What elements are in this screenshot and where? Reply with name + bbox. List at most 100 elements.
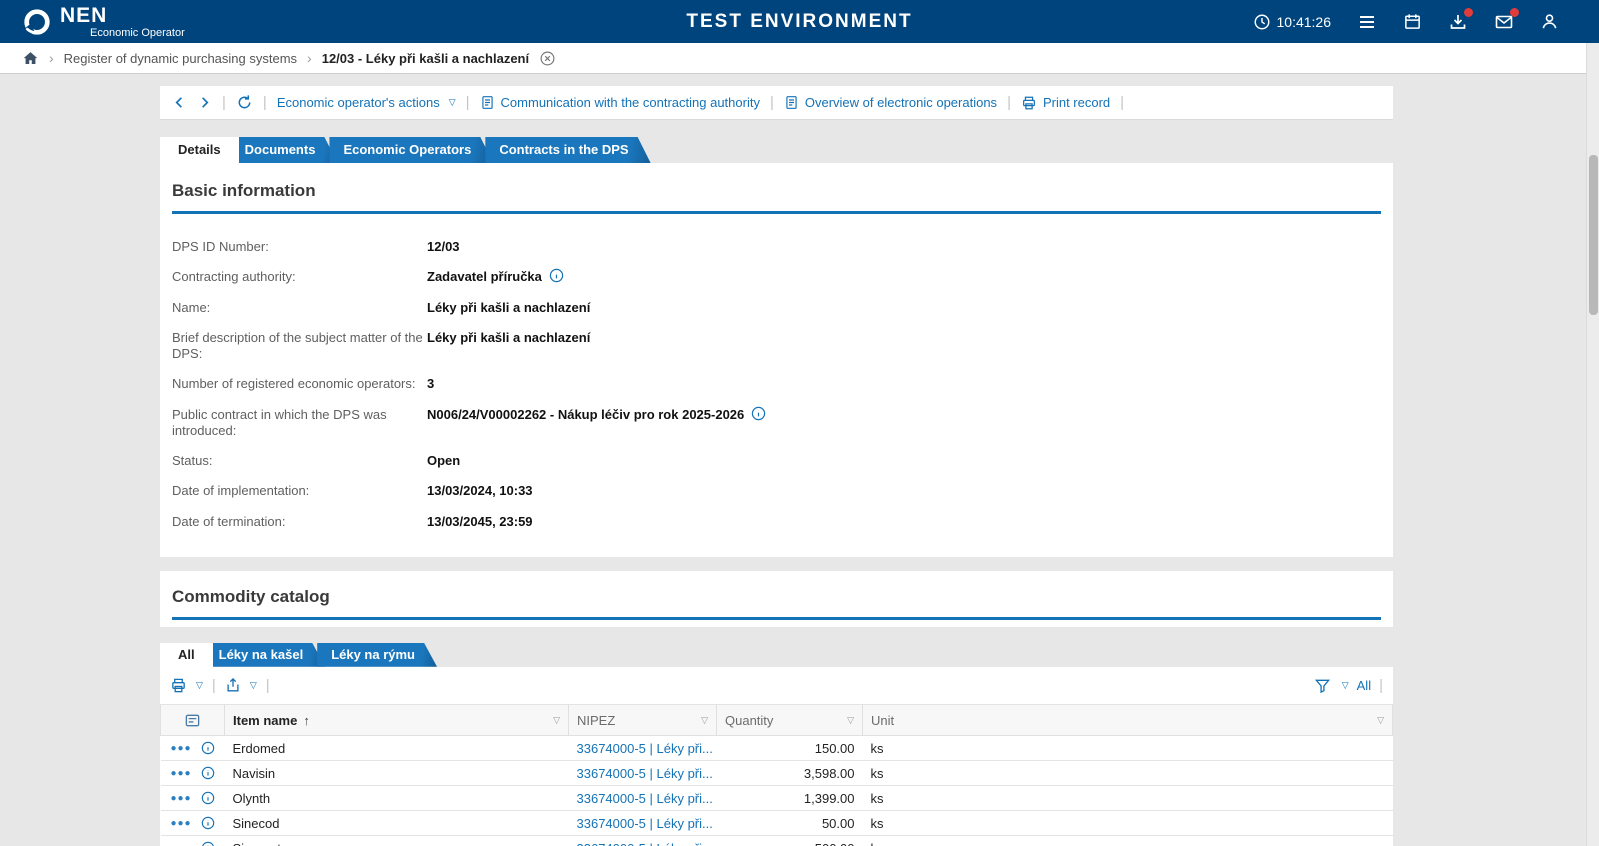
tab-catalog-leky-na-rymu[interactable]: Léky na rýmu: [317, 643, 437, 667]
info-icon[interactable]: [751, 406, 766, 421]
refresh-button[interactable]: [236, 94, 253, 111]
communication-link[interactable]: Communication with the contracting autho…: [480, 95, 760, 110]
printer-icon: [170, 677, 187, 694]
electronic-operations-link[interactable]: Overview of electronic operations: [784, 95, 997, 110]
row-info-icon[interactable]: [201, 816, 215, 830]
download-badge: [1464, 8, 1473, 17]
field-row: Date of termination: 13/03/2045, 23:59: [172, 507, 1381, 537]
row-menu-icon[interactable]: ●●●: [170, 743, 191, 754]
row-menu-icon[interactable]: ●●●: [170, 793, 191, 804]
field-row: Date of implementation: 13/03/2024, 10:3…: [172, 476, 1381, 506]
cell-quantity: 50.00: [717, 811, 863, 836]
nipez-link[interactable]: 33674000-5 | Léky při...: [577, 766, 713, 781]
cell-quantity: 150.00: [717, 736, 863, 761]
nipez-link[interactable]: 33674000-5 | Léky při...: [577, 741, 713, 756]
messages-button[interactable]: [1494, 12, 1514, 32]
record-toolbar: | | Economic operator's actions▽ | Commu…: [160, 86, 1393, 120]
field-label: Number of registered economic operators:: [172, 376, 427, 392]
filter-icon[interactable]: [1314, 677, 1331, 694]
chevron-down-icon: ▽: [250, 680, 257, 691]
row-info-icon[interactable]: [201, 791, 215, 805]
section-divider: [172, 211, 1381, 214]
nipez-link[interactable]: 33674000-5 | Léky při...: [577, 841, 713, 846]
tab-contracts-in-dps[interactable]: Contracts in the DPS: [485, 137, 650, 163]
top-bar: NEN Economic Operator TEST ENVIRONMENT 1…: [0, 0, 1599, 43]
table-row[interactable]: ●●● Erdomed 33674000-5 | Léky při... 150…: [161, 736, 1393, 761]
catalog-table-card: ▽ | ▽ | ▽ All |: [160, 667, 1393, 846]
operator-actions-dropdown[interactable]: Economic operator's actions▽: [277, 95, 456, 110]
field-label: Date of implementation:: [172, 483, 427, 499]
filter-all-link[interactable]: All: [1357, 678, 1371, 693]
field-row: Number of registered economic operators:…: [172, 369, 1381, 399]
field-value: N006/24/V00002262 - Nákup léčiv pro rok …: [427, 407, 766, 440]
print-record-link[interactable]: Print record: [1021, 95, 1110, 111]
scrollbar-thumb[interactable]: [1589, 155, 1598, 315]
menu-button[interactable]: [1357, 12, 1377, 32]
field-row: Status: Open: [172, 446, 1381, 476]
chevron-down-icon: ▽: [449, 97, 456, 108]
home-icon[interactable]: [22, 50, 39, 67]
column-header-item-name[interactable]: Item name ↑ ▽: [225, 705, 569, 736]
field-value: Zadavatel příručka: [427, 269, 564, 285]
main-content: | | Economic operator's actions▽ | Commu…: [0, 74, 1553, 846]
row-menu-icon[interactable]: ●●●: [170, 768, 191, 779]
table-row[interactable]: ●●● Sinupret 33674000-5 | Léky při... 50…: [161, 836, 1393, 846]
nipez-link[interactable]: 33674000-5 | Léky při...: [577, 791, 713, 806]
nipez-link[interactable]: 33674000-5 | Léky při...: [577, 816, 713, 831]
record-tabs: Details Documents Economic Operators Con…: [160, 137, 1553, 163]
forward-button[interactable]: [197, 95, 212, 110]
calendar-icon: [1403, 12, 1422, 31]
breadcrumb-item-register[interactable]: Register of dynamic purchasing systems: [64, 51, 297, 66]
breadcrumb: › Register of dynamic purchasing systems…: [0, 43, 1599, 74]
column-filter-icon[interactable]: ▽: [1377, 715, 1384, 726]
cell-unit: ks: [863, 786, 1393, 811]
field-label: Status:: [172, 453, 427, 469]
column-header-nipez[interactable]: NIPEZ ▽: [569, 705, 717, 736]
field-label: Public contract in which the DPS was int…: [172, 407, 427, 440]
back-button[interactable]: [172, 95, 187, 110]
row-info-icon[interactable]: [201, 841, 215, 846]
column-header-quantity[interactable]: Quantity ▽: [717, 705, 863, 736]
row-info-icon[interactable]: [201, 741, 215, 755]
column-filter-icon[interactable]: ▽: [701, 715, 708, 726]
field-value: 13/03/2045, 23:59: [427, 514, 533, 530]
chevron-down-icon: ▽: [196, 680, 203, 691]
breadcrumb-separator: ›: [49, 50, 54, 66]
tab-catalog-all[interactable]: All: [160, 643, 213, 667]
calendar-button[interactable]: [1403, 12, 1422, 31]
table-row[interactable]: ●●● Olynth 33674000-5 | Léky při... 1,39…: [161, 786, 1393, 811]
catalog-table: Item name ↑ ▽ NIPEZ ▽ Quantity ▽: [160, 705, 1393, 846]
info-icon[interactable]: [549, 268, 564, 283]
table-row[interactable]: ●●● Sinecod 33674000-5 | Léky při... 50.…: [161, 811, 1393, 836]
field-value: Open: [427, 453, 460, 469]
column-filter-icon[interactable]: ▽: [847, 715, 854, 726]
table-row[interactable]: ●●● Navisin 33674000-5 | Léky při... 3,5…: [161, 761, 1393, 786]
field-value: Léky při kašli a nachlazení: [427, 330, 590, 363]
hamburger-icon: [1357, 12, 1377, 32]
tab-details[interactable]: Details: [160, 137, 239, 163]
column-header-unit[interactable]: Unit ▽: [863, 705, 1393, 736]
close-record-icon[interactable]: [539, 50, 556, 67]
cell-item-name: Erdomed: [225, 736, 569, 761]
row-menu-icon[interactable]: ●●●: [170, 818, 191, 829]
profile-button[interactable]: [1540, 12, 1559, 31]
printer-icon: [1021, 95, 1037, 111]
tab-economic-operators[interactable]: Economic Operators: [329, 137, 493, 163]
column-settings-header[interactable]: [161, 705, 225, 736]
brand[interactable]: NEN Economic Operator: [0, 5, 300, 39]
downloads-button[interactable]: [1448, 12, 1468, 32]
field-label: Brief description of the subject matter …: [172, 330, 427, 363]
table-export-button[interactable]: ▽: [225, 677, 257, 693]
tab-documents[interactable]: Documents: [231, 137, 338, 163]
row-info-icon[interactable]: [201, 766, 215, 780]
table-print-button[interactable]: ▽: [170, 677, 203, 694]
clock-time: 10:41:26: [1277, 14, 1332, 30]
column-filter-icon[interactable]: ▽: [553, 715, 560, 726]
page-scrollbar[interactable]: [1586, 43, 1599, 846]
brand-name: NEN: [60, 5, 185, 26]
breadcrumb-separator: ›: [307, 50, 312, 66]
tab-catalog-leky-na-kasel[interactable]: Léky na kašel: [205, 643, 326, 667]
table-header-row: Item name ↑ ▽ NIPEZ ▽ Quantity ▽: [161, 705, 1393, 736]
cell-quantity: 3,598.00: [717, 761, 863, 786]
chevron-down-icon[interactable]: ▽: [1342, 680, 1349, 691]
